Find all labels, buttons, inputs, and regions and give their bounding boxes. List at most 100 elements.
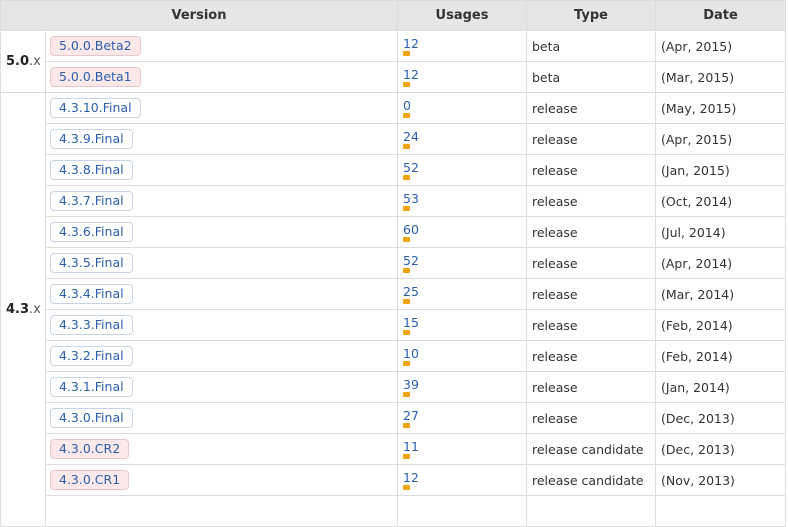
usage-bar: [403, 81, 410, 87]
table-row: 4.3.7.Final 53 release (Oct, 2014): [1, 185, 786, 217]
version-link[interactable]: 4.3.3.Final: [50, 315, 133, 335]
usage-bar: [403, 50, 410, 56]
version-link[interactable]: 4.3.8.Final: [50, 160, 133, 180]
type-cell: release: [526, 278, 656, 310]
usages-link[interactable]: 39: [403, 378, 522, 391]
usages-link[interactable]: 27: [403, 409, 522, 422]
usage-bar: [403, 174, 410, 180]
version-cell: 5.0.0.Beta2: [45, 30, 398, 62]
table-row: 4.3.5.Final 52 release (Apr, 2014): [1, 247, 786, 279]
date-cell: (Nov, 2013): [655, 464, 786, 496]
type-cell: release candidate: [526, 464, 656, 496]
usages-cell: 52: [397, 247, 527, 279]
version-cell: 4.3.3.Final: [45, 309, 398, 341]
usages-link[interactable]: 60: [403, 223, 522, 236]
version-link[interactable]: 5.0.0.Beta2: [50, 36, 141, 56]
type-cell: release: [526, 92, 656, 124]
date-cell: (Feb, 2014): [655, 309, 786, 341]
usages-link[interactable]: 52: [403, 254, 522, 267]
table-row: 4.3.8.Final 52 release (Jan, 2015): [1, 154, 786, 186]
version-cell: 4.3.0.CR2: [45, 433, 398, 465]
usages-link[interactable]: 24: [403, 130, 522, 143]
usages-link[interactable]: 53: [403, 192, 522, 205]
usage-bar: [403, 391, 410, 397]
version-link[interactable]: 4.3.7.Final: [50, 191, 133, 211]
usages-link[interactable]: 15: [403, 316, 522, 329]
version-link[interactable]: 4.3.1.Final: [50, 377, 133, 397]
group-suffix: .x: [29, 302, 41, 317]
versions-table: Version Usages Type Date 5.0.x 5.0.0.Beta…: [0, 0, 786, 527]
version-link[interactable]: 4.3.4.Final: [50, 284, 133, 304]
version-group-label: 4.3.x: [0, 92, 46, 527]
date-cell: (May, 2015): [655, 92, 786, 124]
usages-cell: 12: [397, 61, 527, 93]
date-cell: (Apr, 2015): [655, 30, 786, 62]
usages-link[interactable]: 52: [403, 161, 522, 174]
version-link[interactable]: 5.0.0.Beta1: [50, 67, 141, 87]
type-cell: release: [526, 247, 656, 279]
usage-bar: [403, 143, 410, 149]
usage-bar: [403, 298, 410, 304]
version-cell: 5.0.0.Beta1: [45, 61, 398, 93]
usage-bar: [403, 329, 410, 335]
empty-cell: [526, 495, 656, 527]
version-group-label: 5.0.x: [0, 30, 46, 93]
type-cell: release: [526, 185, 656, 217]
usages-cell: 39: [397, 371, 527, 403]
date-cell: (Oct, 2014): [655, 185, 786, 217]
version-cell: 4.3.4.Final: [45, 278, 398, 310]
version-link[interactable]: 4.3.10.Final: [50, 98, 141, 118]
type-cell: release: [526, 309, 656, 341]
version-cell: 4.3.8.Final: [45, 154, 398, 186]
usages-link[interactable]: 12: [403, 471, 522, 484]
date-cell: (Dec, 2013): [655, 402, 786, 434]
usages-cell: 52: [397, 154, 527, 186]
version-cell: 4.3.5.Final: [45, 247, 398, 279]
usages-cell: 27: [397, 402, 527, 434]
date-cell: (Mar, 2014): [655, 278, 786, 310]
usages-cell: 11: [397, 433, 527, 465]
version-link[interactable]: 4.3.0.CR1: [50, 470, 130, 490]
usages-link[interactable]: 12: [403, 37, 522, 50]
usage-bar: [403, 236, 410, 242]
group-major: 4.3: [6, 302, 30, 317]
type-cell: beta: [526, 61, 656, 93]
version-link[interactable]: 4.3.0.Final: [50, 408, 133, 428]
empty-cell: [45, 495, 398, 527]
version-link[interactable]: 4.3.5.Final: [50, 253, 133, 273]
header-usages: Usages: [397, 0, 527, 31]
usage-bar: [403, 112, 410, 118]
date-cell: (Mar, 2015): [655, 61, 786, 93]
version-cell: 4.3.0.CR1: [45, 464, 398, 496]
usages-link[interactable]: 10: [403, 347, 522, 360]
header-version: Version: [0, 0, 398, 31]
version-link[interactable]: 4.3.2.Final: [50, 346, 133, 366]
usages-link[interactable]: 25: [403, 285, 522, 298]
version-cell: 4.3.6.Final: [45, 216, 398, 248]
version-link[interactable]: 4.3.0.CR2: [50, 439, 130, 459]
type-cell: beta: [526, 30, 656, 62]
usages-cell: 53: [397, 185, 527, 217]
usages-link[interactable]: 12: [403, 68, 522, 81]
empty-cell: [655, 495, 786, 527]
type-cell: release: [526, 123, 656, 155]
usages-cell: 24: [397, 123, 527, 155]
version-link[interactable]: 4.3.6.Final: [50, 222, 133, 242]
version-cell: 4.3.1.Final: [45, 371, 398, 403]
usages-link[interactable]: 0: [403, 99, 522, 112]
date-cell: (Jan, 2014): [655, 371, 786, 403]
version-link[interactable]: 4.3.9.Final: [50, 129, 133, 149]
usage-bar: [403, 205, 410, 211]
usage-bar: [403, 422, 410, 428]
usages-cell: 25: [397, 278, 527, 310]
type-cell: release: [526, 154, 656, 186]
usages-cell: 60: [397, 216, 527, 248]
date-cell: (Dec, 2013): [655, 433, 786, 465]
type-cell: release: [526, 402, 656, 434]
usages-cell: 12: [397, 30, 527, 62]
table-row: 4.3.1.Final 39 release (Jan, 2014): [1, 371, 786, 403]
table-row: 5.0.0.Beta1 12 beta (Mar, 2015): [1, 61, 786, 93]
usages-link[interactable]: 11: [403, 440, 522, 453]
table-row: 4.3.2.Final 10 release (Feb, 2014): [1, 340, 786, 372]
version-cell: 4.3.10.Final: [45, 92, 398, 124]
